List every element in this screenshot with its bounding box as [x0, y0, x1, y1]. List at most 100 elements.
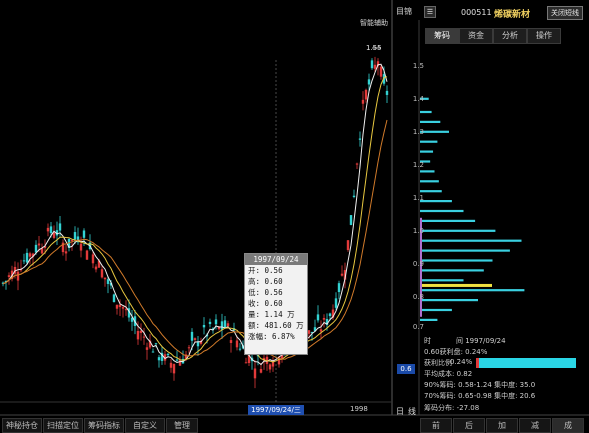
nav-done-button[interactable]: 成	[552, 418, 584, 433]
chip-time-label: 时	[424, 337, 431, 345]
chip-date: 间 1997/09/24	[456, 337, 506, 345]
tab-chips[interactable]: 筹码	[425, 28, 459, 44]
candle-body	[358, 138, 362, 140]
price-tick: 0.8	[412, 293, 424, 301]
candle-body	[178, 360, 182, 366]
tooltip-high: 高: 0.60	[248, 277, 283, 286]
candle-body	[7, 275, 11, 277]
chip-bar	[420, 299, 478, 302]
candle-body	[226, 323, 230, 327]
price-tick: 1.5	[412, 62, 424, 70]
cursor-date-label: 1997/09/24/三	[248, 405, 304, 415]
candle-body	[208, 321, 212, 325]
tooltip-low: 低: 0.56	[248, 288, 283, 297]
chip-bar	[420, 200, 452, 203]
candle-body	[46, 227, 50, 232]
bottom-tab[interactable]: 筹码指标	[84, 418, 124, 433]
chip-bar	[420, 120, 441, 123]
candle-body	[223, 320, 227, 328]
menu-icon[interactable]: ☰	[424, 6, 436, 18]
candle-body	[157, 357, 161, 361]
candle-body	[220, 321, 224, 330]
assist-label[interactable]: 智能辅助	[360, 18, 388, 28]
chip-bar	[420, 170, 435, 173]
candle-body	[349, 215, 353, 225]
bottom-tab[interactable]: 管理	[166, 418, 198, 433]
candle-body	[154, 343, 158, 345]
chip-bar	[420, 150, 434, 153]
period-label-day[interactable]: 日	[396, 406, 404, 417]
price-tick: 0.9	[412, 260, 424, 268]
profit-ratio-value: 0.24%	[450, 358, 473, 366]
chip-bar	[420, 219, 476, 222]
candle-body	[124, 309, 128, 311]
candle-body	[73, 232, 77, 240]
candle-body	[64, 251, 68, 254]
tooltip-amount: 额: 481.60 万	[248, 321, 304, 330]
candle-body	[322, 317, 326, 320]
profit-ratio-label: 获利比例	[424, 359, 452, 367]
candle-body	[166, 353, 170, 356]
candle-body	[139, 330, 143, 333]
bottom-tab[interactable]: 神秘持仓	[2, 418, 42, 433]
corner-label: 目锦	[396, 7, 412, 16]
chip-bar	[420, 239, 522, 242]
candle-body	[34, 244, 38, 253]
candle-body	[142, 336, 146, 338]
tooltip-date: 1997/09/24	[245, 254, 307, 265]
candle-body	[337, 283, 341, 293]
candle-body	[121, 307, 125, 309]
candle-body	[16, 271, 20, 281]
candle-body	[379, 66, 383, 77]
candle-body	[136, 330, 140, 340]
candle-body	[316, 314, 320, 321]
nav-next-button[interactable]: 后	[453, 418, 485, 433]
tab-funds[interactable]: 资金	[459, 28, 493, 44]
candle-body	[49, 226, 53, 234]
avg-cost-bar	[420, 283, 492, 287]
tab-analysis[interactable]: 分析	[493, 28, 527, 44]
candle-body	[106, 279, 110, 284]
ma-mid-line	[2, 76, 388, 363]
candle-body	[307, 330, 311, 334]
candle-body	[202, 324, 206, 328]
candle-body	[70, 239, 74, 242]
chip-bar	[420, 140, 438, 143]
profit-ratio-bar	[476, 358, 576, 368]
candle-body	[28, 253, 32, 257]
candle-body	[187, 347, 191, 349]
ma-long-line	[2, 119, 388, 360]
candle-body	[364, 89, 368, 100]
candle-body	[52, 232, 56, 238]
bottom-tab[interactable]: 扫描定位	[43, 418, 83, 433]
candle-body	[190, 331, 194, 341]
nav-sub-button[interactable]: 减	[519, 418, 551, 433]
bottom-tab[interactable]: 自定义	[125, 418, 165, 433]
candle-body	[103, 277, 107, 280]
period-label-line[interactable]: 线	[408, 406, 416, 417]
high-marker: 1.55	[366, 44, 382, 52]
chip-bar	[420, 289, 525, 292]
current-price-badge: 0.6	[397, 364, 415, 374]
chip-bar	[420, 130, 449, 133]
stock-name: 烯碳新材	[494, 10, 531, 20]
stock-code: 000511	[461, 8, 492, 17]
nav-add-button[interactable]: 加	[486, 418, 518, 433]
price-tick: 1.4	[412, 95, 424, 103]
nav-prev-button[interactable]: 前	[420, 418, 452, 433]
tooltip-close: 收: 0.60	[248, 299, 283, 308]
price-tick: 1.0	[412, 227, 424, 235]
candle-body	[268, 364, 272, 370]
candle-body	[346, 240, 350, 250]
price-tick: 0.7	[412, 323, 424, 331]
settings-button[interactable]: 关闭短线	[547, 6, 583, 20]
candle-body	[169, 362, 173, 368]
candle-body	[118, 304, 122, 308]
chip-70: 70%筹码: 0.65-0.98 集中度: 20.6	[424, 392, 536, 400]
candle-body	[373, 64, 377, 69]
candle-body	[370, 60, 374, 69]
tab-operation[interactable]: 操作	[527, 28, 561, 44]
kline-chart[interactable]	[0, 0, 589, 433]
candle-body	[334, 298, 338, 308]
candle-body	[82, 230, 86, 238]
